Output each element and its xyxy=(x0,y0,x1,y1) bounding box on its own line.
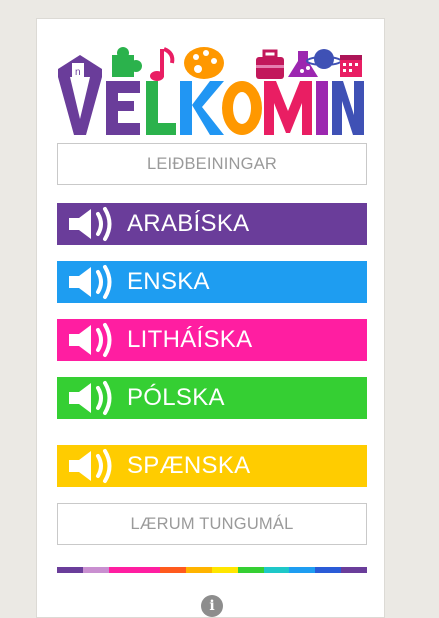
learn-languages-button[interactable]: LÆRUM TUNGUMÁL xyxy=(57,503,367,545)
language-label: SPÆNSKA xyxy=(127,452,251,479)
learn-languages-label: LÆRUM TUNGUMÁL xyxy=(130,514,294,533)
language-button-english[interactable]: ENSKA xyxy=(57,261,367,303)
language-button-polish[interactable]: PÓLSKA xyxy=(57,377,367,419)
speaker-icon xyxy=(57,203,125,245)
speaker-icon xyxy=(57,377,125,419)
guide-button[interactable]: LEIÐBEININGAR xyxy=(57,143,367,185)
logo-letter-v: n xyxy=(58,55,102,135)
logo-letter-e xyxy=(106,47,142,135)
language-label: ARABÍSKA xyxy=(127,210,250,237)
welcome-card: n LEIÐBEININGAR ARABÍSKA ENSKA LITHÁÍSKA… xyxy=(36,18,385,618)
logo-letter-o xyxy=(222,81,262,135)
guide-button-label: LEIÐBEININGAR xyxy=(146,154,278,173)
speaker-icon xyxy=(57,261,125,303)
speaker-icon xyxy=(57,445,125,487)
info-icon[interactable]: i xyxy=(201,595,223,617)
speaker-icon xyxy=(57,319,125,361)
language-label: LITHÁÍSKA xyxy=(127,326,253,353)
logo-letter-k xyxy=(180,47,224,135)
velkomin-logo: n xyxy=(56,41,366,137)
language-button-arabic[interactable]: ARABÍSKA xyxy=(57,203,367,245)
logo-letter-l xyxy=(146,47,176,135)
svg-text:n: n xyxy=(75,67,81,78)
language-button-lithuanian[interactable]: LITHÁÍSKA xyxy=(57,319,367,361)
language-label: ENSKA xyxy=(127,268,210,295)
color-stripe xyxy=(57,567,367,573)
language-label: PÓLSKA xyxy=(127,384,225,411)
logo-letter-n xyxy=(306,49,364,135)
language-button-spanish[interactable]: SPÆNSKA xyxy=(57,445,367,487)
